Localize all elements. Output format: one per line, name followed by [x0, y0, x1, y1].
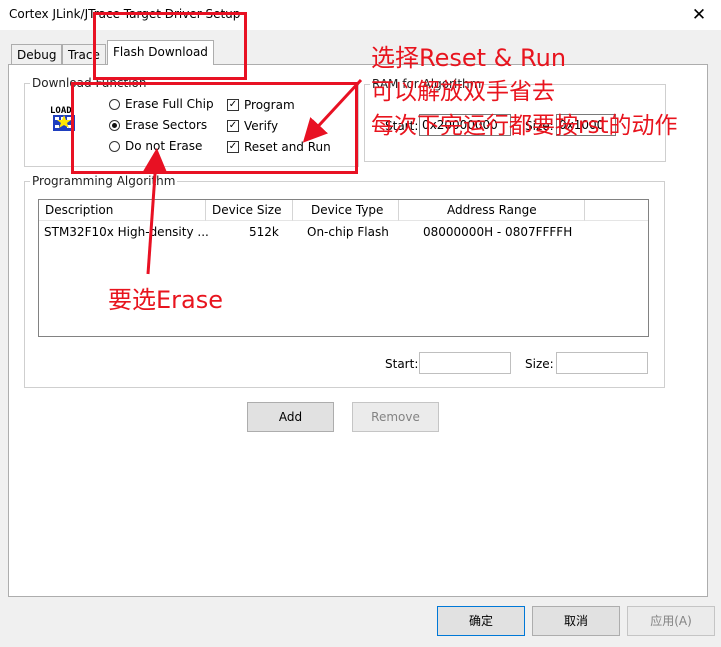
annotation-arrows	[143, 78, 363, 275]
tab-flash-download[interactable]: Flash Download	[107, 40, 214, 65]
tab-flash-download-label: Flash Download	[113, 45, 208, 59]
arrow-to-erase-sectors	[143, 148, 168, 275]
arrow-to-reset-and-run	[302, 78, 363, 143]
